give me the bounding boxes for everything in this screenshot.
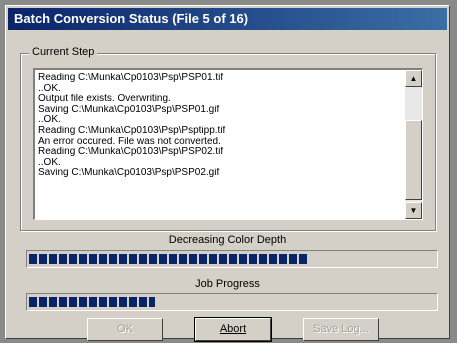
batch-conversion-dialog: Batch Conversion Status (File 5 of 16) C… [5,5,450,339]
window-title: Batch Conversion Status (File 5 of 16) [8,8,447,30]
log-scrollbar[interactable]: ▲ ▼ [405,70,422,219]
log-line: Saving C:\Munka\Cp0103\Psp\PSP01.gif [38,104,220,115]
ok-button[interactable]: OK [87,318,163,341]
abort-button-label: Abort [219,323,247,335]
log-lines: Reading C:\Munka\Cp0103\Psp\PSP01.tif ..… [38,73,400,179]
scroll-up-icon[interactable]: ▲ [405,70,422,87]
log-line: ..OK. [38,115,61,126]
log-line: Saving C:\Munka\Cp0103\Psp\PSP02.gif [38,168,220,179]
job-progress-fill [29,297,155,307]
current-step-legend: Current Step [29,46,98,58]
log-line: Reading C:\Munka\Cp0103\Psp\PSP02.tif [38,147,224,158]
log-line: ..OK. [38,83,61,94]
save-log-button[interactable]: Save Log... [303,318,379,341]
abort-button[interactable]: Abort [194,317,272,342]
log-line: An error occured. File was not converted… [38,136,221,147]
job-progress-bar [26,293,438,311]
step-progress-bar [26,250,438,268]
current-step-group: Current Step Reading C:\Munka\Cp0103\Psp… [20,46,436,231]
job-progress-label: Job Progress [195,278,260,290]
scroll-thumb[interactable] [405,120,422,200]
log-line: Output file exists. Overwriting. [38,94,171,105]
log-listbox[interactable]: Reading C:\Munka\Cp0103\Psp\PSP01.tif ..… [33,68,423,220]
step-progress-label: Decreasing Color Depth [168,234,287,246]
log-line: ..OK. [38,157,61,168]
scroll-down-icon[interactable]: ▼ [405,202,422,219]
step-progress-fill [29,254,310,264]
log-line: Reading C:\Munka\Cp0103\Psp\PSP01.tif [38,73,224,83]
log-line: Reading C:\Munka\Cp0103\Psp\Psptipp.tif [38,125,226,136]
